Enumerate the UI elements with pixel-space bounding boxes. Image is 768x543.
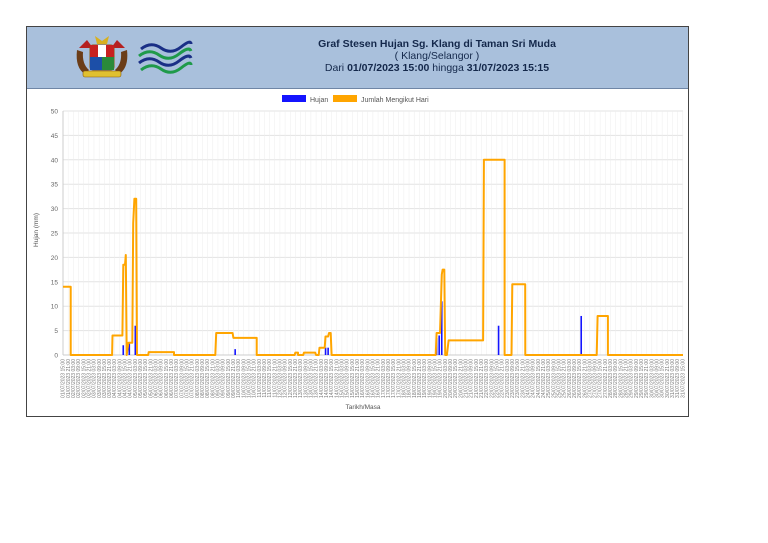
legend-swatch-hujan (282, 95, 306, 102)
y-tick-label: 25 (51, 231, 59, 238)
rainfall-chart: 0 5 10 15 20 25 30 35 40 45 50 01/07/2023 15:00 01/… (33, 95, 687, 411)
hujan-bar (234, 349, 236, 355)
chart-region: ( Klang/Selangor ) (394, 50, 480, 62)
chart-titles: Graf Stesen Hujan Sg. Klang di Taman Sri… (227, 38, 647, 74)
y-tick-label: 5 (54, 328, 58, 335)
x-axis-ticks: 01/07/2023 15:00 01/07/2023 21:00 02/07/20… (61, 359, 687, 398)
range-mid: hingga (429, 62, 467, 74)
water-wave-logo-icon (138, 40, 193, 74)
y-tick-label: 40 (51, 157, 59, 164)
y-tick-label: 30 (51, 206, 59, 213)
legend-label-hujan: Hujan (310, 97, 328, 104)
hujan-bar (327, 347, 329, 355)
y-axis-label: Hujan (mm) (33, 213, 40, 247)
hujan-bar (134, 325, 137, 355)
y-axis-ticks: 0 5 10 15 20 25 30 35 40 45 50 (51, 109, 59, 360)
chart-frame: Graf Stesen Hujan Sg. Klang di Taman Sri… (26, 26, 689, 417)
hujan-bar (122, 345, 125, 355)
hujan-bar (438, 335, 440, 355)
chart-title: Graf Stesen Hujan Sg. Klang di Taman Sri… (318, 38, 556, 50)
range-end: 31/07/2023 15:15 (466, 62, 550, 74)
y-tick-label: 20 (51, 255, 59, 262)
legend-swatch-jumlah (333, 95, 357, 102)
hujan-bar (580, 315, 583, 355)
legend-label-jumlah: Jumlah Mengikut Hari (361, 97, 429, 104)
y-tick-label: 35 (51, 182, 59, 189)
y-tick-label: 0 (54, 353, 58, 360)
range-prefix: Dari (324, 62, 348, 74)
chart-legend: Hujan Jumlah Mengikut Hari (282, 95, 429, 104)
y-tick-label: 10 (51, 304, 59, 311)
range-start: 01/07/2023 15:00 (347, 62, 430, 74)
y-tick-label: 50 (51, 109, 59, 116)
hujan-bar (324, 347, 327, 355)
y-tick-label: 45 (51, 133, 59, 140)
coat-of-arms-icon (76, 36, 128, 78)
x-tick-label: 31/07/2023 15:00 (680, 359, 686, 398)
chart-date-range: Dari 01/07/2023 15:00 hingga 31/07/2023 … (227, 62, 647, 74)
hujan-bar (497, 325, 500, 355)
chart-header: Graf Stesen Hujan Sg. Klang di Taman Sri… (27, 27, 688, 89)
chart-grid (62, 110, 684, 356)
y-tick-label: 15 (51, 279, 59, 286)
x-axis-label: Tarikh/Masa (345, 404, 380, 411)
